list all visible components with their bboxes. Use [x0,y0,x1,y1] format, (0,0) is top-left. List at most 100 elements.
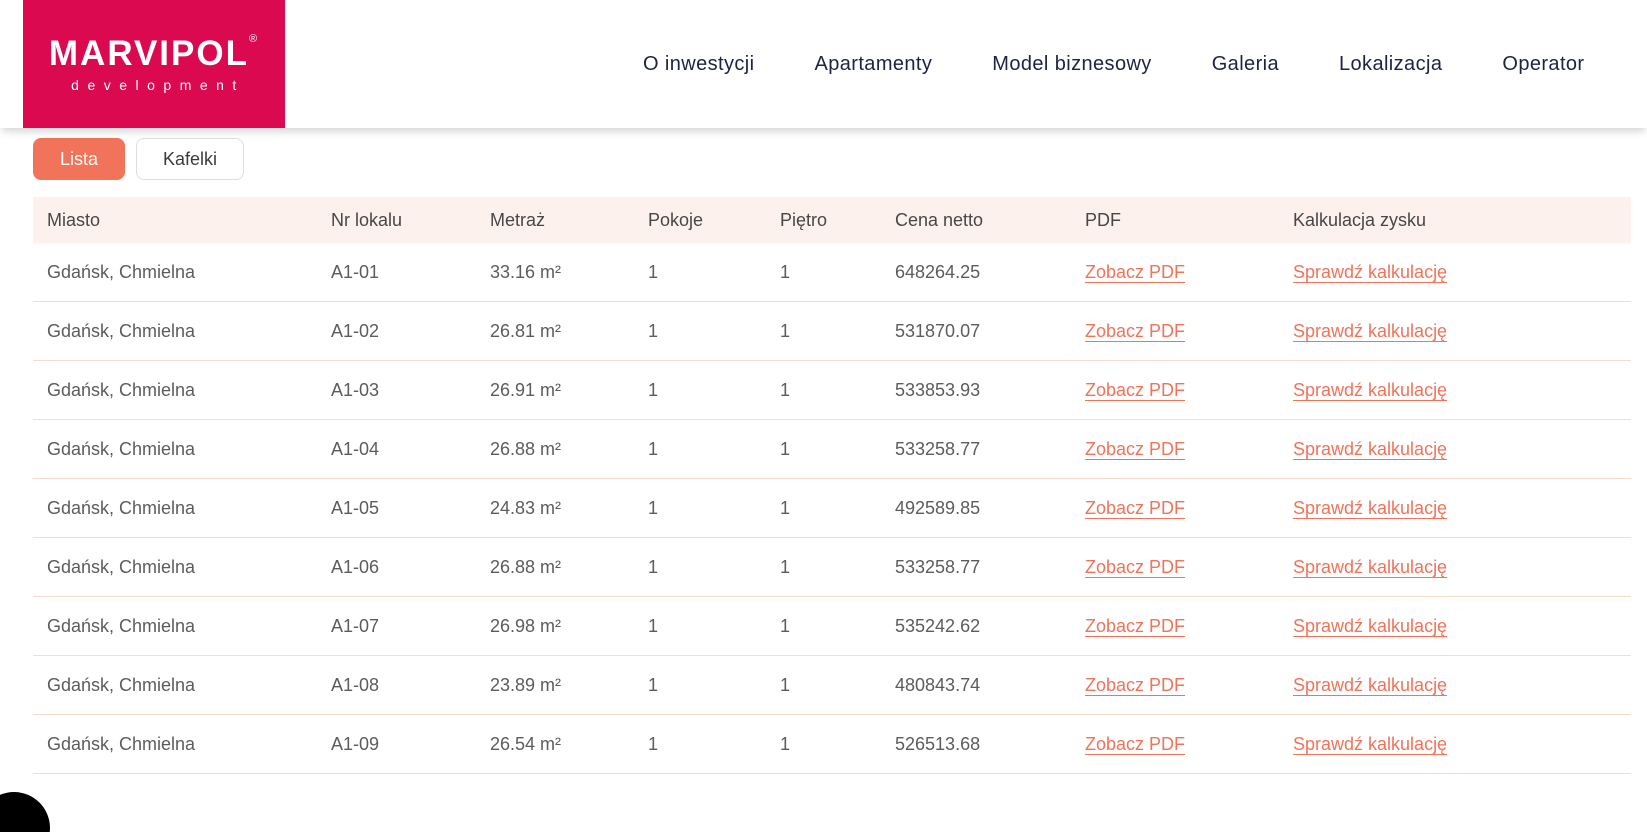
cell-net-price: 533853.93 [895,379,981,400]
cell-net-price: 533258.77 [895,556,981,577]
cell-net-price: 492589.85 [895,497,981,518]
column-header-nr-lokalu: Nr lokalu [331,209,403,230]
cell-unit-number: A1-03 [331,379,380,400]
nav-item-operator[interactable]: Operator [1502,53,1584,76]
nav-item-o-inwestycji[interactable]: O inwestycji [643,53,755,76]
cell-rooms: 1 [648,556,659,577]
brand-logo[interactable]: MARVIPOL® development [23,0,285,128]
table-row: Gdańsk, Chmielna A1-01 33.16 m² 1 1 6482… [33,243,1631,302]
cell-city: Gdańsk, Chmielna [47,615,196,636]
cell-unit-number: A1-08 [331,674,380,695]
cell-rooms: 1 [648,674,659,695]
check-calculation-link[interactable]: Sprawdź kalkulację [1293,439,1447,459]
table-row: Gdańsk, Chmielna A1-04 26.88 m² 1 1 5332… [33,420,1631,479]
cell-rooms: 1 [648,320,659,341]
view-pdf-link[interactable]: Zobacz PDF [1085,734,1185,754]
view-pdf-link[interactable]: Zobacz PDF [1085,380,1185,400]
cell-area: 26.88 m² [490,438,562,459]
cell-city: Gdańsk, Chmielna [47,733,196,754]
apartments-table: Miasto Nr lokalu Metraż Pokoje Piętro Ce… [33,197,1631,774]
cell-area: 33.16 m² [490,261,562,282]
view-pdf-link[interactable]: Zobacz PDF [1085,616,1185,636]
check-calculation-link[interactable]: Sprawdź kalkulację [1293,321,1447,341]
column-header-pietro: Piętro [780,209,828,230]
nav-item-galeria[interactable]: Galeria [1212,53,1279,76]
check-calculation-link[interactable]: Sprawdź kalkulację [1293,380,1447,400]
cell-net-price: 526513.68 [895,733,981,754]
table-header-row: Miasto Nr lokalu Metraż Pokoje Piętro Ce… [33,197,1631,243]
cell-rooms: 1 [648,379,659,400]
table-row: Gdańsk, Chmielna A1-07 26.98 m² 1 1 5352… [33,597,1631,656]
check-calculation-link[interactable]: Sprawdź kalkulację [1293,262,1447,282]
nav-item-lokalizacja[interactable]: Lokalizacja [1339,53,1442,76]
column-header-metraz: Metraż [490,209,546,230]
cell-floor: 1 [780,379,791,400]
cell-area: 23.89 m² [490,674,562,695]
cell-unit-number: A1-06 [331,556,380,577]
cell-area: 26.91 m² [490,379,562,400]
view-pdf-link[interactable]: Zobacz PDF [1085,498,1185,518]
cell-city: Gdańsk, Chmielna [47,379,196,400]
cell-city: Gdańsk, Chmielna [47,320,196,341]
cell-floor: 1 [780,438,791,459]
check-calculation-link[interactable]: Sprawdź kalkulację [1293,616,1447,636]
cell-net-price: 648264.25 [895,261,981,282]
main-content: Lista Kafelki Miasto Nr lokalu Metraż Po… [0,138,1647,774]
check-calculation-link[interactable]: Sprawdź kalkulację [1293,675,1447,695]
tiles-view-button[interactable]: Kafelki [136,138,245,180]
list-view-button[interactable]: Lista [33,138,126,180]
column-header-pokoje: Pokoje [648,209,704,230]
cell-rooms: 1 [648,261,659,282]
view-toggle: Lista Kafelki [33,138,1647,180]
cell-unit-number: A1-01 [331,261,380,282]
cell-city: Gdańsk, Chmielna [47,438,196,459]
site-header: MARVIPOL® development O inwestycji Apart… [0,0,1647,128]
cell-floor: 1 [780,615,791,636]
logo-subtitle: development [71,76,245,93]
check-calculation-link[interactable]: Sprawdź kalkulację [1293,498,1447,518]
column-header-miasto: Miasto [47,209,101,230]
logo-title: MARVIPOL® [48,32,260,73]
cell-city: Gdańsk, Chmielna [47,497,196,518]
cell-city: Gdańsk, Chmielna [47,674,196,695]
column-header-cena-netto: Cena netto [895,209,984,230]
check-calculation-link[interactable]: Sprawdź kalkulację [1293,734,1447,754]
cell-area: 26.98 m² [490,615,562,636]
table-row: Gdańsk, Chmielna A1-05 24.83 m² 1 1 4925… [33,479,1631,538]
main-nav: O inwestycji Apartamenty Model biznesowy… [643,0,1585,128]
view-pdf-link[interactable]: Zobacz PDF [1085,321,1185,341]
cell-rooms: 1 [648,615,659,636]
view-pdf-link[interactable]: Zobacz PDF [1085,439,1185,459]
cell-city: Gdańsk, Chmielna [47,556,196,577]
view-pdf-link[interactable]: Zobacz PDF [1085,675,1185,695]
view-pdf-link[interactable]: Zobacz PDF [1085,262,1185,282]
cell-unit-number: A1-09 [331,733,380,754]
cell-unit-number: A1-02 [331,320,380,341]
corner-widget-button[interactable] [0,792,50,832]
cell-unit-number: A1-05 [331,497,380,518]
cell-net-price: 531870.07 [895,320,981,341]
cell-floor: 1 [780,261,791,282]
check-calculation-link[interactable]: Sprawdź kalkulację [1293,557,1447,577]
cell-area: 24.83 m² [490,497,562,518]
table-body: Gdańsk, Chmielna A1-01 33.16 m² 1 1 6482… [33,243,1631,774]
table-row: Gdańsk, Chmielna A1-09 26.54 m² 1 1 5265… [33,715,1631,774]
cell-floor: 1 [780,497,791,518]
table-row: Gdańsk, Chmielna A1-06 26.88 m² 1 1 5332… [33,538,1631,597]
cell-unit-number: A1-07 [331,615,380,636]
cell-floor: 1 [780,733,791,754]
cell-area: 26.88 m² [490,556,562,577]
cell-rooms: 1 [648,497,659,518]
table-row: Gdańsk, Chmielna A1-02 26.81 m² 1 1 5318… [33,302,1631,361]
cell-area: 26.81 m² [490,320,562,341]
cell-net-price: 480843.74 [895,674,981,695]
table-row: Gdańsk, Chmielna A1-08 23.89 m² 1 1 4808… [33,656,1631,715]
registered-mark-icon: ® [248,32,260,45]
cell-net-price: 535242.62 [895,615,981,636]
view-pdf-link[interactable]: Zobacz PDF [1085,557,1185,577]
nav-item-apartamenty[interactable]: Apartamenty [815,53,933,76]
cell-rooms: 1 [648,733,659,754]
nav-item-model-biznesowy[interactable]: Model biznesowy [992,53,1151,76]
cell-floor: 1 [780,674,791,695]
cell-area: 26.54 m² [490,733,562,754]
